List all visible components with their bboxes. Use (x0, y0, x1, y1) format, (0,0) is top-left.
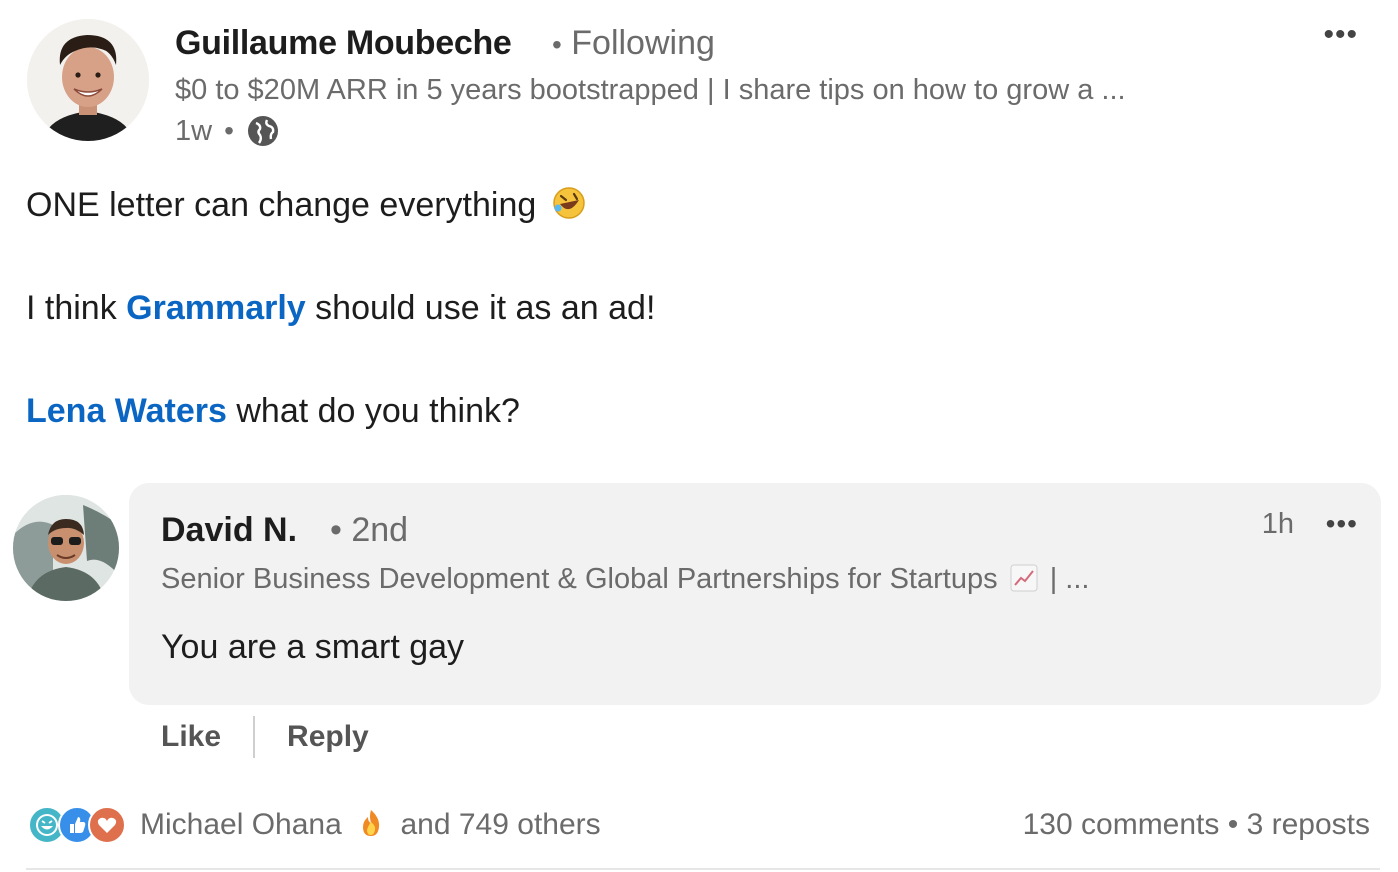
author-name[interactable]: Guillaume Moubeche (175, 24, 512, 63)
comment-more-options-icon[interactable]: ••• (1326, 508, 1358, 540)
reactions-summary[interactable]: Michael Ohana and 749 others (140, 808, 601, 842)
post-line-3: Lena Waters what do you think? (26, 392, 520, 431)
reaction-icons[interactable] (28, 806, 126, 844)
love-icon (88, 806, 126, 844)
author-headline: $0 to $20M ARR in 5 years bootstrapped |… (175, 74, 1126, 106)
post-meta: 1w • (175, 114, 280, 148)
commenter-headline-text: Senior Business Development & Global Par… (161, 563, 998, 595)
engagement-counts: 130 comments • 3 reposts (1023, 808, 1370, 842)
globe-icon (247, 116, 278, 146)
comment-time: 1h (1261, 508, 1294, 540)
separator-dot: • (1227, 808, 1239, 841)
actions-divider (253, 716, 256, 758)
fire-emoji (363, 810, 380, 836)
grammarly-mention-link[interactable]: Grammarly (126, 289, 306, 327)
commenter-avatar-image (13, 495, 119, 601)
follow-status-label: Following (571, 24, 715, 62)
comment-actions: Like Reply (161, 716, 369, 758)
lena-waters-mention-link[interactable]: Lena Waters (26, 392, 227, 430)
post-line-3-suffix: what do you think? (226, 392, 520, 430)
commenter-headline: Senior Business Development & Global Par… (161, 563, 1089, 596)
follow-status[interactable]: • Following (552, 24, 715, 63)
divider-line (26, 868, 1380, 870)
post-line-1: ONE letter can change everything (26, 186, 586, 225)
reactor-name: Michael Ohana (140, 808, 342, 841)
post-line-1-text: ONE letter can change everything (26, 186, 537, 224)
comment-reply-button[interactable]: Reply (287, 720, 369, 754)
post-line-2: I think Grammarly should use it as an ad… (26, 289, 655, 328)
comment-text: You are a smart gay (161, 628, 465, 666)
reposts-count-link[interactable]: 3 reposts (1247, 808, 1370, 841)
rolling-laughing-emoji (553, 187, 585, 219)
connection-degree: • 2nd (330, 511, 409, 549)
separator-dot: • (552, 29, 562, 60)
comment-like-button[interactable]: Like (161, 720, 221, 754)
separator-dot: • (224, 115, 234, 146)
commenter-name[interactable]: David N. (161, 511, 297, 550)
chart-increasing-icon (1010, 564, 1038, 592)
comments-count-link[interactable]: 130 comments (1023, 808, 1220, 841)
commenter-headline-truncation: | ... (1049, 563, 1090, 595)
more-options-icon[interactable]: ••• (1323, 18, 1358, 52)
post-time: 1w (175, 114, 213, 147)
commenter-avatar[interactable] (13, 495, 119, 601)
post-line-2-suffix: should use it as an ad! (305, 289, 656, 327)
reaction-others-count: and 749 others (400, 808, 601, 841)
author-avatar[interactable] (27, 19, 149, 141)
post-line-2-prefix: I think (26, 289, 127, 327)
author-avatar-image (27, 19, 149, 141)
